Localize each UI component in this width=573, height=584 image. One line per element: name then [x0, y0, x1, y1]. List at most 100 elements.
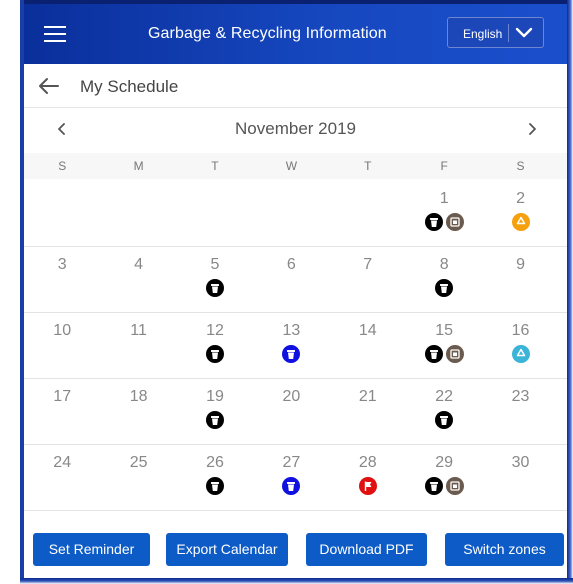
calendar-day-cell[interactable]: 13 — [253, 313, 329, 378]
day-number: 23 — [511, 388, 530, 405]
window-bottom-edge — [20, 578, 573, 584]
day-number: 22 — [435, 388, 454, 405]
garbage-bin-icon[interactable] — [424, 213, 443, 231]
month-title: November 2019 — [235, 119, 356, 138]
weekday-label: T — [211, 159, 219, 173]
blue-bin-icon[interactable] — [282, 345, 301, 363]
day-number: 1 — [439, 190, 449, 207]
collection-icons — [177, 477, 253, 495]
language-select[interactable]: English — [447, 17, 544, 48]
recycling-icon[interactable] — [511, 345, 530, 363]
day-number — [253, 190, 329, 210]
garbage-bin-icon[interactable] — [205, 411, 224, 429]
calendar-day-cell[interactable]: 11 — [100, 313, 176, 378]
blue-bin-icon[interactable] — [282, 477, 301, 495]
day-number: 18 — [129, 388, 148, 405]
calendar-day-cell[interactable]: 21 — [330, 379, 406, 444]
weekday-header: S M T W T F S — [24, 153, 567, 179]
day-number: 10 — [53, 322, 72, 339]
header-title: Garbage & Recycling Information — [148, 25, 387, 42]
window-right-edge — [567, 0, 573, 584]
calendar-day-cell[interactable]: 17 — [24, 379, 100, 444]
calendar-day-cell[interactable]: 27 — [253, 445, 329, 510]
day-number — [330, 190, 406, 210]
calendar-day-cell[interactable]: 25 — [100, 445, 176, 510]
weekday-label: F — [440, 159, 448, 173]
calendar-day-cell[interactable]: 26 — [177, 445, 253, 510]
calendar-day-cell[interactable]: 20 — [253, 379, 329, 444]
day-number: 14 — [358, 322, 377, 339]
calendar-day-cell[interactable]: 9 — [482, 247, 558, 312]
calendar-day-cell[interactable]: 18 — [100, 379, 176, 444]
calendar-empty-cell — [100, 181, 176, 246]
calendar-day-cell[interactable]: 10 — [24, 313, 100, 378]
collection-icons — [482, 345, 558, 363]
weekday-label: S — [58, 159, 67, 173]
next-month-button[interactable] — [524, 120, 540, 138]
calendar-day-cell[interactable]: 16 — [482, 313, 558, 378]
language-label: English — [463, 27, 503, 41]
calendar-day-cell[interactable]: 5 — [177, 247, 253, 312]
calendar-week-row: 24 25 26 27 28 29 30 — [24, 445, 567, 511]
garbage-bin-icon[interactable] — [435, 279, 454, 297]
calendar-empty-cell — [24, 181, 100, 246]
garbage-bin-icon[interactable] — [205, 279, 224, 297]
day-number: 7 — [363, 256, 373, 273]
flag-icon[interactable] — [358, 477, 377, 495]
day-number — [100, 190, 176, 210]
collection-icons — [253, 345, 329, 363]
calendar-day-cell[interactable]: 24 — [24, 445, 100, 510]
calendar-day-cell[interactable]: 23 — [482, 379, 558, 444]
day-number: 26 — [206, 454, 224, 471]
bulky-item-icon[interactable] — [445, 477, 464, 495]
day-number: 8 — [439, 256, 449, 273]
calendar-day-cell[interactable]: 7 — [330, 247, 406, 312]
export-calendar-button[interactable]: Export Calendar — [166, 533, 288, 566]
garbage-bin-icon[interactable] — [205, 345, 224, 363]
day-number: 3 — [57, 256, 67, 273]
garbage-bin-icon[interactable] — [424, 345, 443, 363]
calendar-day-cell[interactable]: 29 — [406, 445, 482, 510]
day-number: 30 — [511, 454, 530, 471]
collection-icons — [330, 477, 406, 495]
garbage-bin-icon[interactable] — [424, 477, 443, 495]
calendar-day-cell[interactable]: 8 — [406, 247, 482, 312]
menu-icon[interactable] — [44, 26, 66, 42]
day-number: 28 — [358, 454, 377, 471]
day-number: 6 — [286, 256, 296, 273]
garbage-bin-icon[interactable] — [435, 411, 454, 429]
bulky-item-icon[interactable] — [445, 213, 464, 231]
day-number: 29 — [435, 454, 454, 471]
month-navigation: November 2019 — [24, 108, 567, 150]
download-pdf-button[interactable]: Download PDF — [306, 533, 427, 566]
calendar-week-row: 3 4 5 6 7 8 9 — [24, 247, 567, 313]
weekday-label: S — [516, 159, 525, 173]
calendar-day-cell[interactable]: 2 — [482, 181, 558, 246]
set-reminder-button[interactable]: Set Reminder — [33, 533, 150, 566]
calendar-day-cell[interactable]: 1 — [406, 181, 482, 246]
day-number: 21 — [358, 388, 377, 405]
recycling-icon[interactable] — [511, 213, 530, 231]
calendar-day-cell[interactable]: 6 — [253, 247, 329, 312]
calendar-day-cell[interactable]: 30 — [482, 445, 558, 510]
calendar-day-cell[interactable]: 3 — [24, 247, 100, 312]
day-number: 24 — [53, 454, 72, 471]
collection-icons — [253, 477, 329, 495]
calendar-day-cell[interactable]: 22 — [406, 379, 482, 444]
collection-icons — [177, 411, 253, 429]
bulky-item-icon[interactable] — [445, 345, 464, 363]
collection-icons — [406, 279, 482, 297]
collection-icons — [177, 279, 253, 297]
collection-icons — [406, 213, 482, 231]
calendar-day-cell[interactable]: 15 — [406, 313, 482, 378]
calendar-day-cell[interactable]: 4 — [100, 247, 176, 312]
calendar-day-cell[interactable]: 14 — [330, 313, 406, 378]
day-number: 20 — [282, 388, 301, 405]
calendar-day-cell[interactable]: 28 — [330, 445, 406, 510]
collection-icons — [406, 411, 482, 429]
switch-zones-button[interactable]: Switch zones — [445, 533, 564, 566]
back-arrow-icon[interactable] — [38, 77, 60, 95]
calendar-day-cell[interactable]: 19 — [177, 379, 253, 444]
calendar-day-cell[interactable]: 12 — [177, 313, 253, 378]
garbage-bin-icon[interactable] — [205, 477, 224, 495]
